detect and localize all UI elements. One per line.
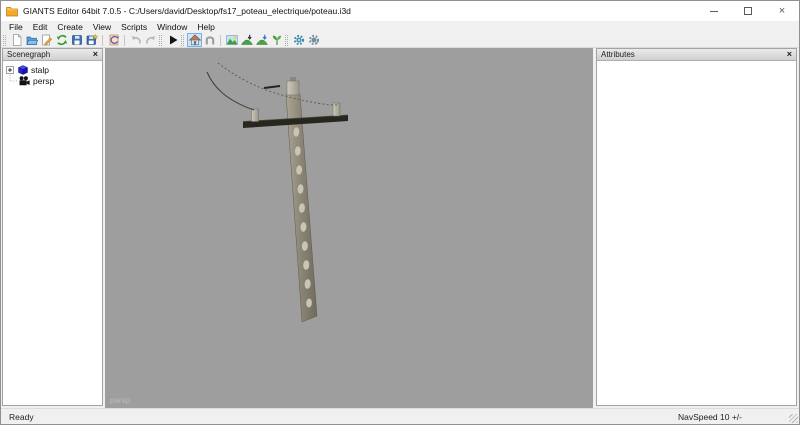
undo-icon — [130, 34, 142, 46]
attributes-header[interactable]: Attributes × — [597, 49, 796, 61]
toolbar-play-button[interactable] — [165, 33, 180, 47]
scenegraph-tree: stalp persp — [3, 61, 102, 405]
status-text: Ready — [9, 412, 34, 422]
toolbar — [1, 33, 799, 48]
attributes-panel: Attributes × — [596, 48, 797, 406]
home-icon — [189, 34, 201, 46]
script-gear-blue-icon — [293, 34, 305, 46]
toolbar-save-button[interactable] — [69, 33, 84, 47]
menu-create[interactable]: Create — [52, 22, 88, 32]
window-controls: × — [697, 1, 799, 21]
toolbar-import-button[interactable] — [106, 33, 121, 47]
toolbar-grip[interactable] — [285, 35, 288, 46]
tree-node-stalp[interactable]: stalp — [6, 64, 102, 75]
scenegraph-panel: Scenegraph × stalp — [2, 48, 103, 406]
toolbar-refresh-button[interactable] — [54, 33, 69, 47]
toolbar-open-file-button[interactable] — [24, 33, 39, 47]
toolbar-redo-button[interactable] — [143, 33, 158, 47]
toolbar-terrain-paint-button[interactable] — [254, 33, 269, 47]
toolbar-new-file-button[interactable] — [9, 33, 24, 47]
tree-connector — [6, 75, 18, 86]
statusbar: Ready NavSpeed 10 +/- — [1, 408, 799, 424]
tree-node-label: persp — [33, 76, 54, 86]
wire-splice — [264, 86, 280, 88]
scenegraph-close-button[interactable]: × — [93, 50, 98, 59]
window-title: GIANTS Editor 64bit 7.0.5 - C:/Users/dav… — [23, 6, 351, 16]
attributes-title: Attributes — [601, 50, 635, 59]
toolbar-separator — [102, 35, 103, 46]
minimize-icon — [710, 11, 718, 12]
toolbar-terrain-foliage-button[interactable] — [269, 33, 284, 47]
toolbar-terrain-sculpt-button[interactable] — [239, 33, 254, 47]
toolbar-grip[interactable] — [181, 35, 184, 46]
maximize-icon — [744, 7, 752, 15]
terrain-foliage-icon — [271, 34, 283, 46]
toolbar-undo-button[interactable] — [128, 33, 143, 47]
terrain-paint-icon — [256, 34, 268, 46]
menu-window[interactable]: Window — [152, 22, 192, 32]
terrain-sculpt-icon — [241, 34, 253, 46]
script-gear-gray-icon — [308, 34, 320, 46]
close-button[interactable]: × — [765, 1, 799, 21]
toolbar-save-as-button[interactable] — [84, 33, 99, 47]
toolbar-grip[interactable] — [3, 35, 6, 46]
menu-edit[interactable]: Edit — [28, 22, 53, 32]
toolbar-separator — [220, 35, 221, 46]
resize-grip[interactable] — [789, 414, 798, 423]
viewport-3d[interactable]: persp — [105, 48, 593, 408]
toolbar-grip[interactable] — [159, 35, 162, 46]
attributes-close-button[interactable]: × — [787, 50, 792, 59]
edit-file-icon — [41, 34, 53, 46]
scenegraph-title: Scenegraph — [7, 50, 50, 59]
minimize-button[interactable] — [697, 1, 731, 21]
tree-node-persp[interactable]: persp — [6, 75, 102, 86]
toolbar-terrain-landscape-button[interactable] — [224, 33, 239, 47]
menu-scripts[interactable]: Scripts — [116, 22, 152, 32]
maximize-button[interactable] — [731, 1, 765, 21]
expand-plus-icon[interactable] — [6, 66, 14, 74]
toolbar-script-gear-blue-button[interactable] — [291, 33, 306, 47]
toolbar-magnet-n-button[interactable] — [202, 33, 217, 47]
open-folder-icon — [26, 34, 38, 46]
menu-view[interactable]: View — [88, 22, 116, 32]
top-insulator — [287, 81, 299, 95]
titlebar[interactable]: GIANTS Editor 64bit 7.0.5 - C:/Users/dav… — [1, 1, 799, 21]
tree-node-label: stalp — [31, 65, 49, 75]
left-insulator — [252, 109, 259, 122]
scenegraph-header[interactable]: Scenegraph × — [3, 49, 102, 61]
transform-group-cube-icon — [18, 65, 28, 75]
refresh-icon — [56, 34, 68, 46]
menu-file[interactable]: File — [4, 22, 28, 32]
save-icon — [71, 34, 83, 46]
power-pole-model — [105, 48, 593, 408]
redo-icon — [145, 34, 157, 46]
camera-icon — [18, 76, 30, 86]
terrain-landscape-icon — [226, 34, 238, 46]
menu-help[interactable]: Help — [192, 22, 219, 32]
save-as-icon — [86, 34, 98, 46]
navspeed-text: NavSpeed 10 +/- — [678, 412, 742, 422]
attributes-content — [597, 61, 796, 405]
app-logo-icon — [6, 6, 18, 17]
giants-editor-window: GIANTS Editor 64bit 7.0.5 - C:/Users/dav… — [0, 0, 800, 425]
toolbar-script-gear-gray-button[interactable] — [306, 33, 321, 47]
import-assets-icon — [108, 34, 120, 46]
close-icon: × — [779, 6, 785, 17]
toolbar-separator — [124, 35, 125, 46]
toolbar-edit-file-button[interactable] — [39, 33, 54, 47]
play-icon — [167, 34, 179, 46]
viewport-camera-label: persp — [110, 396, 130, 405]
wire-dashed — [218, 63, 337, 105]
magnet-n-icon — [204, 34, 216, 46]
new-file-icon — [11, 34, 23, 46]
wire-left — [207, 72, 254, 110]
menubar: File Edit Create View Scripts Window Hel… — [1, 21, 799, 33]
toolbar-camera-home-button[interactable] — [187, 33, 202, 47]
main-area: Scenegraph × stalp — [1, 48, 799, 408]
